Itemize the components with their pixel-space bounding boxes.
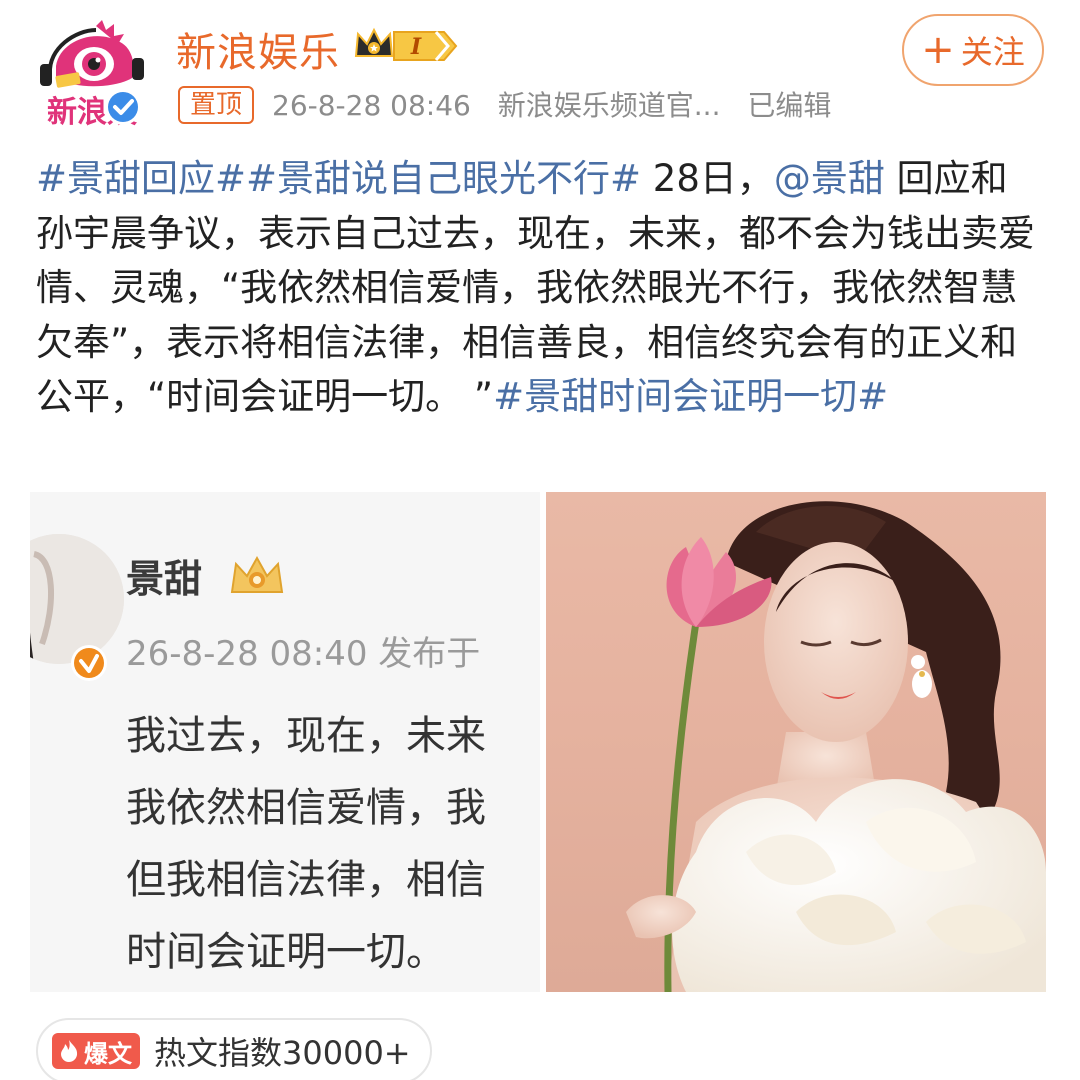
post-meta: 26-8-28 08:46 新浪娱乐频道官... 已编辑 [272, 84, 849, 124]
mention-link[interactable]: @景甜 [774, 157, 885, 200]
svg-text:I: I [410, 34, 422, 60]
follow-button[interactable]: + 关注 [902, 14, 1044, 86]
post-source[interactable]: 新浪娱乐频道官... [498, 89, 721, 122]
follow-label: 关注 [960, 33, 1025, 71]
verified-icon [104, 88, 142, 126]
hot-badge: 爆文 [52, 1033, 140, 1069]
post-text-segment: 28日， [641, 157, 774, 200]
pinned-badge: 置顶 [178, 86, 255, 124]
post-image-photo[interactable] [546, 492, 1046, 992]
hashtag-link[interactable]: #景甜说自己眼光不行# [246, 157, 641, 200]
hot-index-text: 热文指数30000+ [154, 1034, 411, 1072]
screenshot-name: 景甜 [126, 557, 203, 601]
crown-icon [352, 22, 396, 66]
level-badge: I [392, 28, 462, 64]
hashtag-link[interactable]: #景甜回应# [36, 157, 246, 200]
post-image-screenshot[interactable]: 景甜 26-8-28 08:40 发布于 我过去，现在，未来 我依然相信爱情，我… [30, 492, 540, 992]
screenshot-time: 26-8-28 08:40 发布于 [126, 634, 481, 674]
post-timestamp: 26-8-28 08:46 [272, 89, 471, 122]
flame-icon [61, 1040, 78, 1062]
hot-badge-label: 爆文 [84, 1039, 132, 1068]
post-text: #景甜回应##景甜说自己眼光不行# 28日，@景甜 回应和孙宇晨争议，表示自己过… [36, 152, 1044, 425]
screenshot-line: 但我相信法律，相信 [126, 857, 486, 903]
edited-label[interactable]: 已编辑 [747, 89, 831, 122]
verified-orange-icon [70, 644, 108, 686]
screenshot-line: 时间会证明一切。 [126, 929, 446, 975]
screenshot-lines: 我过去，现在，未来 我依然相信爱情，我 但我相信法律，相信 时间会证明一切。 [126, 700, 486, 988]
screenshot-line: 我依然相信爱情，我 [126, 785, 486, 831]
screenshot-line: 我过去，现在，未来 [126, 713, 486, 759]
account-name[interactable]: 新浪娱乐 [176, 20, 340, 78]
weibo-post: 新浪娱 新浪娱乐 I 置顶 26-8-28 08:46 新浪娱乐频道官... 已… [0, 0, 1080, 1080]
crown-icon [228, 552, 286, 598]
hot-index-pill[interactable]: 爆文 热文指数30000+ [36, 1018, 432, 1080]
plus-icon: + [921, 27, 955, 73]
hashtag-link[interactable]: #景甜时间会证明一切# [493, 375, 888, 418]
